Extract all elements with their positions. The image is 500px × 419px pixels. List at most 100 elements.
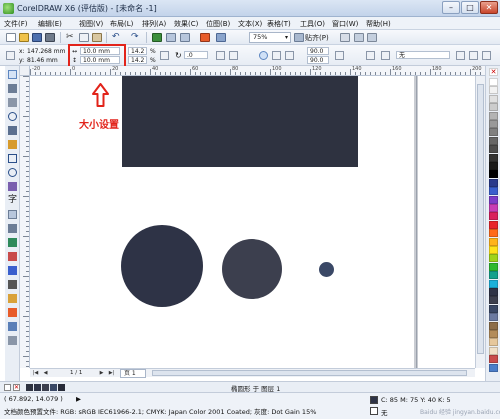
welcome-screen-icon[interactable] (216, 33, 226, 42)
horizontal-ruler[interactable]: -20 0 20 40 60 80 100 120 140 160 180 200 (30, 66, 485, 76)
options-icon[interactable] (354, 33, 364, 42)
snap-to-dropdown[interactable]: 贴齐(P) (305, 33, 329, 43)
previous-page-button[interactable]: ◀ (42, 370, 49, 377)
palette-swatch[interactable] (489, 237, 498, 246)
palette-swatch[interactable] (489, 170, 498, 179)
palette-swatch[interactable] (489, 363, 498, 372)
large-circle-object[interactable] (121, 225, 203, 307)
palette-swatch[interactable] (489, 346, 498, 355)
print-icon[interactable] (45, 33, 55, 42)
palette-swatch[interactable] (489, 313, 498, 322)
palette-swatch[interactable] (489, 204, 498, 212)
ellipse-tool-icon[interactable] (8, 168, 17, 177)
color-profile-info[interactable]: 文档颜色预置文件: RGB: sRGB IEC61966-2.1; CMYK: … (4, 406, 316, 416)
start-angle-field[interactable]: 90.0 (307, 47, 329, 55)
doc-palette-eyedropper-icon[interactable] (4, 384, 11, 391)
palette-swatch[interactable] (489, 321, 498, 330)
menu-table[interactable]: 表格(T) (267, 19, 291, 29)
palette-swatch[interactable] (489, 86, 498, 95)
export-icon[interactable] (180, 33, 190, 42)
search-content-icon[interactable] (152, 33, 162, 42)
palette-swatch[interactable] (489, 111, 498, 120)
palette-swatch[interactable] (489, 279, 498, 288)
toolbox-more-icon[interactable] (8, 336, 17, 345)
interactive-fill-tool-icon[interactable] (8, 322, 17, 331)
palette-swatch[interactable] (489, 254, 498, 263)
doc-palette-swatch[interactable] (34, 384, 41, 391)
save-icon[interactable] (32, 33, 42, 42)
eyedropper-tool-icon[interactable] (8, 280, 17, 289)
to-back-icon[interactable] (469, 51, 478, 60)
outline-width-select[interactable]: 无 (396, 51, 450, 59)
palette-swatch[interactable] (489, 212, 498, 221)
palette-swatch[interactable] (489, 153, 498, 162)
medium-circle-object[interactable] (222, 239, 282, 299)
vertical-scrollbar[interactable] (475, 76, 485, 368)
table-tool-icon[interactable] (8, 210, 17, 219)
doc-palette-swatch[interactable] (42, 384, 49, 391)
zoom-level-select[interactable]: 75% (249, 32, 291, 43)
menu-layout[interactable]: 布局(L) (110, 19, 133, 29)
menu-effects[interactable]: 效果(C) (174, 19, 198, 29)
connector-tool-icon[interactable] (8, 238, 17, 247)
close-button[interactable]: ✕ (480, 1, 498, 14)
outline-color-chip[interactable] (370, 407, 378, 415)
transparency-tool-icon[interactable] (8, 266, 17, 275)
pick-tool-icon[interactable] (8, 70, 17, 79)
palette-swatch[interactable] (489, 288, 498, 296)
palette-swatch[interactable] (489, 178, 498, 187)
palette-swatch[interactable] (489, 304, 498, 313)
minimize-button[interactable]: – (442, 1, 460, 14)
zoom-tool-icon[interactable] (8, 112, 17, 121)
palette-swatch[interactable] (489, 330, 498, 338)
menu-view[interactable]: 视图(V) (79, 19, 103, 29)
palette-swatch[interactable] (489, 187, 498, 196)
scale-width-field[interactable]: 14.2 (128, 47, 147, 55)
next-page-button[interactable]: ▶ (98, 370, 105, 377)
scale-height-field[interactable]: 14.2 (128, 56, 147, 64)
palette-swatch[interactable] (489, 94, 498, 103)
doc-palette-swatch[interactable] (58, 384, 65, 391)
ruler-origin[interactable] (20, 66, 30, 76)
cut-icon[interactable]: ✂ (66, 33, 76, 42)
palette-swatch[interactable] (489, 296, 498, 305)
mirror-horizontal-icon[interactable] (216, 51, 225, 60)
fill-color-chip[interactable] (370, 396, 378, 404)
palette-swatch[interactable] (489, 220, 498, 229)
horizontal-scroll-thumb[interactable] (152, 370, 467, 376)
vertical-ruler[interactable] (20, 76, 30, 368)
outline-tool-icon[interactable] (8, 294, 17, 303)
outline-pen-icon[interactable] (381, 51, 390, 60)
small-circle-object[interactable] (319, 262, 334, 277)
rotation-angle-field[interactable]: .0 (184, 51, 208, 59)
smart-fill-tool-icon[interactable] (8, 140, 17, 149)
last-page-button[interactable]: ▶| (108, 370, 115, 377)
palette-swatch[interactable] (489, 195, 498, 204)
object-origin-icon[interactable] (6, 51, 15, 60)
menu-edit[interactable]: 编辑(E) (38, 19, 62, 29)
menu-tools[interactable]: 工具(O) (300, 19, 325, 29)
horizontal-scrollbar[interactable] (148, 368, 475, 377)
new-document-icon[interactable] (6, 33, 16, 42)
doc-no-color-swatch[interactable]: ✕ (13, 384, 20, 391)
lock-ratio-icon[interactable] (160, 51, 169, 60)
menu-help[interactable]: 帮助(H) (366, 19, 391, 29)
copy-icon[interactable] (79, 33, 89, 42)
palette-swatch[interactable] (489, 338, 498, 347)
first-page-button[interactable]: |◀ (32, 370, 39, 377)
palette-swatch[interactable] (489, 246, 498, 254)
full-screen-icon[interactable] (294, 33, 304, 42)
palette-swatch[interactable] (489, 145, 498, 154)
menu-window[interactable]: 窗口(W) (332, 19, 358, 29)
open-folder-icon[interactable] (19, 33, 29, 42)
end-angle-field[interactable]: 90.0 (307, 56, 329, 64)
doc-palette-swatch[interactable] (26, 384, 33, 391)
palette-swatch[interactable] (489, 271, 498, 280)
menu-text[interactable]: 文本(X) (238, 19, 262, 29)
snap-dropdown-arrow-icon[interactable] (340, 33, 350, 42)
palette-swatch[interactable] (489, 229, 498, 238)
rectangle-tool-icon[interactable] (8, 154, 17, 163)
change-direction-icon[interactable] (335, 51, 344, 60)
undo-icon[interactable]: ↶ (112, 33, 122, 42)
palette-swatch[interactable] (489, 162, 498, 170)
